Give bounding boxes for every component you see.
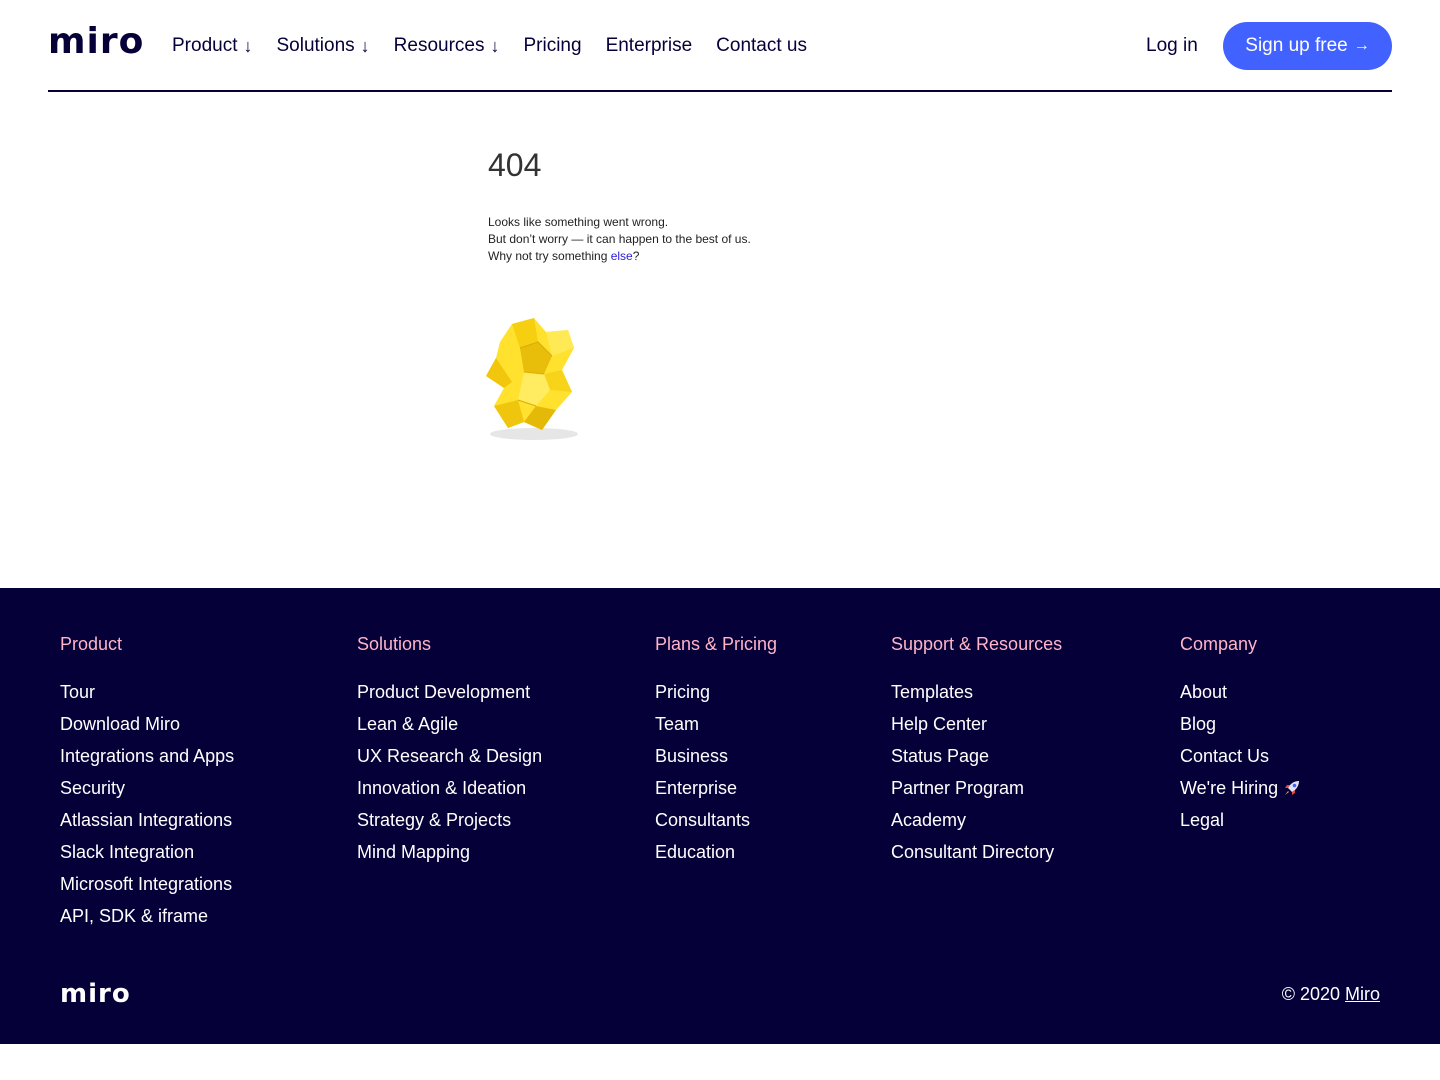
signup-button[interactable]: Sign up free → bbox=[1223, 22, 1392, 70]
footer-link[interactable]: Mind Mapping bbox=[357, 840, 542, 864]
copyright: © 2020 Miro bbox=[1282, 982, 1380, 1006]
arrow-right-icon: → bbox=[1353, 37, 1370, 54]
footer-link-label: We're Hiring bbox=[1180, 778, 1279, 798]
else-link[interactable]: else bbox=[611, 249, 633, 263]
nav-label: Pricing bbox=[523, 35, 582, 56]
signup-label: Sign up free bbox=[1245, 35, 1348, 56]
nav-label: Resources bbox=[393, 35, 485, 56]
footer-link[interactable]: Consultants bbox=[655, 808, 777, 832]
site-footer: Product Tour Download Miro Integrations … bbox=[0, 588, 1440, 1044]
footer-column-product: Product Tour Download Miro Integrations … bbox=[60, 632, 234, 936]
error-line-1: Looks like something went wrong. bbox=[488, 215, 669, 229]
footer-link[interactable]: Atlassian Integrations bbox=[60, 808, 234, 832]
footer-column-company: Company About Blog Contact Us We're Hiri… bbox=[1180, 632, 1302, 840]
footer-column-title: Support & Resources bbox=[891, 634, 1063, 654]
footer-link[interactable]: Templates bbox=[891, 680, 1062, 704]
error-line-3: Why not try something else? bbox=[488, 248, 988, 265]
footer-link[interactable]: API, SDK & iframe bbox=[60, 904, 234, 928]
footer-column-support-resources: Support & Resources Templates Help Cente… bbox=[891, 632, 1062, 872]
footer-column-solutions: Solutions Product Development Lean & Agi… bbox=[357, 632, 542, 872]
footer-column-title: Plans & Pricing bbox=[655, 634, 778, 654]
site-header: miro Product ↓ Solutions ↓ Resources ↓ P… bbox=[48, 0, 1392, 92]
error-content: 404 Looks like something went wrong. But… bbox=[486, 140, 988, 440]
footer-link[interactable]: Status Page bbox=[891, 744, 1062, 768]
footer-column-title: Product bbox=[60, 634, 123, 654]
footer-link[interactable]: UX Research & Design bbox=[357, 744, 542, 768]
nav-label: Product bbox=[172, 35, 238, 56]
crumpled-paper-icon bbox=[486, 318, 578, 440]
error-line-3-suffix: ? bbox=[632, 249, 640, 263]
main-nav: Product ↓ Solutions ↓ Resources ↓ Pricin… bbox=[172, 33, 831, 59]
footer-column-title: Company bbox=[1180, 634, 1258, 654]
footer-link[interactable]: Education bbox=[655, 840, 777, 864]
error-message: Looks like something went wrong. But don… bbox=[488, 214, 988, 265]
footer-link[interactable]: Enterprise bbox=[655, 776, 777, 800]
copyright-miro-link[interactable]: Miro bbox=[1345, 984, 1380, 1004]
nav-pricing[interactable]: Pricing bbox=[523, 33, 581, 59]
footer-link[interactable]: Innovation & Ideation bbox=[357, 776, 542, 800]
miro-logo[interactable]: miro bbox=[48, 24, 144, 60]
footer-link[interactable]: Integrations and Apps bbox=[60, 744, 234, 768]
nav-enterprise[interactable]: Enterprise bbox=[606, 33, 693, 59]
nav-solutions[interactable]: Solutions ↓ bbox=[276, 33, 369, 59]
footer-link[interactable]: Microsoft Integrations bbox=[60, 872, 234, 896]
logo-wordmark: miro bbox=[48, 21, 145, 62]
footer-link[interactable]: Pricing bbox=[655, 680, 777, 704]
error-code: 404 bbox=[488, 147, 542, 183]
footer-link[interactable]: Download Miro bbox=[60, 712, 234, 736]
footer-link[interactable]: Legal bbox=[1180, 808, 1302, 832]
nav-contact-us[interactable]: Contact us bbox=[716, 33, 807, 59]
footer-link[interactable]: Academy bbox=[891, 808, 1062, 832]
nav-label: Contact us bbox=[716, 35, 807, 56]
rocket-icon bbox=[1285, 781, 1300, 795]
footer-link[interactable]: Partner Program bbox=[891, 776, 1062, 800]
footer-link[interactable]: Lean & Agile bbox=[357, 712, 542, 736]
footer-link[interactable]: Business bbox=[655, 744, 777, 768]
arrow-down-icon: ↓ bbox=[490, 36, 500, 56]
footer-link[interactable]: Strategy & Projects bbox=[357, 808, 542, 832]
nav-resources[interactable]: Resources ↓ bbox=[394, 33, 500, 59]
footer-link[interactable]: Blog bbox=[1180, 712, 1302, 736]
footer-link[interactable]: Slack Integration bbox=[60, 840, 234, 864]
footer-link[interactable]: Tour bbox=[60, 680, 234, 704]
arrow-down-icon: ↓ bbox=[243, 36, 253, 56]
footer-link[interactable]: Consultant Directory bbox=[891, 840, 1062, 864]
error-line-2: But don’t worry — it can happen to the b… bbox=[488, 232, 751, 246]
nav-label: Enterprise bbox=[605, 35, 693, 56]
footer-column-title: Solutions bbox=[357, 634, 432, 654]
footer-link[interactable]: About bbox=[1180, 680, 1302, 704]
footer-miro-logo[interactable]: miro bbox=[60, 980, 131, 1008]
login-link[interactable]: Log in bbox=[1146, 33, 1198, 59]
nav-label: Solutions bbox=[276, 35, 355, 56]
footer-link[interactable]: Contact Us bbox=[1180, 744, 1302, 768]
footer-link[interactable]: Team bbox=[655, 712, 777, 736]
footer-link-hiring[interactable]: We're Hiring bbox=[1180, 776, 1302, 800]
copyright-prefix: © 2020 bbox=[1281, 984, 1345, 1004]
nav-product[interactable]: Product ↓ bbox=[172, 33, 252, 59]
footer-link[interactable]: Help Center bbox=[891, 712, 1062, 736]
footer-link[interactable]: Security bbox=[60, 776, 234, 800]
error-line-3-prefix: Why not try something bbox=[488, 249, 611, 263]
footer-column-plans-pricing: Plans & Pricing Pricing Team Business En… bbox=[655, 632, 777, 872]
arrow-down-icon: ↓ bbox=[360, 36, 370, 56]
footer-link[interactable]: Product Development bbox=[357, 680, 542, 704]
